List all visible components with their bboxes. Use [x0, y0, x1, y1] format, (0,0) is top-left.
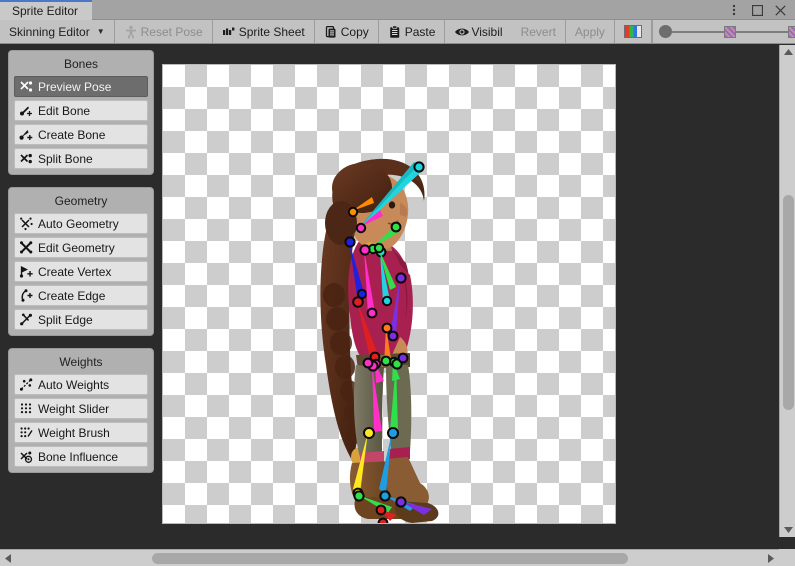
- panel-weights: Weights Auto Weights: [8, 348, 154, 473]
- maximize-icon[interactable]: [750, 1, 764, 19]
- tool-label: Create Edge: [38, 289, 105, 303]
- horizontal-scrollbar[interactable]: [0, 549, 795, 566]
- slider-end-swatch: [724, 26, 736, 38]
- chevron-down-icon: ▼: [97, 27, 105, 36]
- panel-bones-title: Bones: [14, 55, 148, 76]
- slider-track[interactable]: [736, 31, 788, 33]
- create-bone-icon: [19, 127, 34, 142]
- weight-brush-icon: [19, 425, 34, 440]
- copy-label: Copy: [341, 26, 369, 38]
- weight-slider-icon: [19, 401, 34, 416]
- editor-body: Bones Preview Pose: [0, 45, 779, 537]
- preview-pose-icon: [19, 79, 34, 94]
- revert-label: Revert: [521, 26, 556, 38]
- paste-label: Paste: [405, 26, 436, 38]
- more-options-icon[interactable]: [727, 1, 741, 19]
- tool-label: Weight Brush: [38, 426, 110, 440]
- create-edge-icon: [19, 288, 34, 303]
- slider-end-swatch: [788, 26, 795, 38]
- apply-button[interactable]: Apply: [566, 20, 615, 43]
- panel-weights-title: Weights: [14, 353, 148, 374]
- tool-label: Create Vertex: [38, 265, 111, 279]
- scroll-down-arrow[interactable]: [780, 523, 795, 537]
- reset-pose-label: Reset Pose: [141, 26, 203, 38]
- window-controls: [727, 0, 791, 20]
- split-edge-icon: [19, 312, 34, 327]
- bone-influence-icon: [19, 449, 34, 464]
- scroll-left-arrow[interactable]: [0, 550, 16, 566]
- sprite-sheet-button[interactable]: Sprite Sheet: [213, 20, 315, 43]
- horizontal-scroll-thumb[interactable]: [152, 553, 628, 564]
- color-channel-button[interactable]: [615, 20, 652, 43]
- scroll-right-arrow[interactable]: [763, 550, 779, 566]
- revert-button[interactable]: Revert: [512, 20, 566, 43]
- vertical-scroll-thumb[interactable]: [783, 195, 794, 410]
- vertical-scrollbar[interactable]: [779, 45, 795, 537]
- tool-edit-bone[interactable]: Edit Bone: [14, 100, 148, 121]
- visibility-label: Visibil: [471, 26, 502, 38]
- editor-mode-dropdown[interactable]: Skinning Editor ▼: [0, 20, 115, 43]
- reset-pose-button[interactable]: Reset Pose: [115, 20, 213, 43]
- color-swatch-icon: [624, 25, 642, 38]
- tool-label: Edit Geometry: [38, 241, 115, 255]
- slider-knob[interactable]: [659, 25, 672, 38]
- sprite-sheet-icon: [222, 25, 236, 39]
- tool-label: Split Edge: [38, 313, 93, 327]
- tool-split-bone[interactable]: Split Bone: [14, 148, 148, 169]
- scrollbar-corner: [779, 549, 795, 566]
- auto-geometry-icon: [19, 216, 34, 231]
- mesh-opacity-slider[interactable]: [736, 26, 795, 38]
- tool-label: Create Bone: [38, 128, 105, 142]
- tool-create-vertex[interactable]: Create Vertex: [14, 261, 148, 282]
- create-vertex-icon: [19, 264, 34, 279]
- tab-sprite-editor[interactable]: Sprite Editor: [0, 0, 92, 20]
- tool-label: Preview Pose: [38, 80, 111, 94]
- opacity-sliders-group: [652, 20, 795, 43]
- panel-geometry: Geometry Auto Geometry: [8, 187, 154, 336]
- copy-icon: [324, 25, 338, 39]
- tool-panel: Bones Preview Pose: [8, 50, 154, 485]
- edit-geometry-icon: [19, 240, 34, 255]
- tool-label: Auto Geometry: [38, 217, 119, 231]
- sprite-editor-window: Sprite Editor: [0, 0, 795, 566]
- tool-label: Split Bone: [38, 152, 93, 166]
- tab-label: Sprite Editor: [12, 4, 78, 18]
- split-bone-icon: [19, 151, 34, 166]
- tool-auto-weights[interactable]: Auto Weights: [14, 374, 148, 395]
- tool-label: Auto Weights: [38, 378, 109, 392]
- tool-auto-geometry[interactable]: Auto Geometry: [14, 213, 148, 234]
- auto-weights-icon: [19, 377, 34, 392]
- character-sprite-with-skeleton: [163, 65, 615, 523]
- edit-bone-icon: [19, 103, 34, 118]
- apply-label: Apply: [575, 26, 605, 38]
- tool-edit-geometry[interactable]: Edit Geometry: [14, 237, 148, 258]
- panel-bones: Bones Preview Pose: [8, 50, 154, 175]
- panel-geometry-title: Geometry: [14, 192, 148, 213]
- close-icon[interactable]: [773, 1, 787, 19]
- tool-weight-slider[interactable]: Weight Slider: [14, 398, 148, 419]
- scroll-up-arrow[interactable]: [780, 45, 795, 59]
- tool-label: Weight Slider: [38, 402, 109, 416]
- paste-icon: [388, 25, 402, 39]
- tool-create-edge[interactable]: Create Edge: [14, 285, 148, 306]
- tool-label: Bone Influence: [38, 450, 118, 464]
- tool-bone-influence[interactable]: Bone Influence: [14, 446, 148, 467]
- main-toolbar: Skinning Editor ▼ Reset Pose: [0, 20, 795, 44]
- copy-button[interactable]: Copy: [315, 20, 379, 43]
- tool-preview-pose[interactable]: Preview Pose: [14, 76, 148, 97]
- tool-label: Edit Bone: [38, 104, 90, 118]
- eye-icon: [454, 25, 468, 39]
- slider-track[interactable]: [672, 31, 724, 33]
- visibility-button[interactable]: Visibil: [445, 20, 511, 43]
- tool-create-bone[interactable]: Create Bone: [14, 124, 148, 145]
- tool-weight-brush[interactable]: Weight Brush: [14, 422, 148, 443]
- editor-mode-label: Skinning Editor: [9, 26, 90, 38]
- reset-pose-icon: [124, 25, 138, 39]
- paste-button[interactable]: Paste: [379, 20, 446, 43]
- bone-opacity-slider[interactable]: [659, 25, 736, 38]
- window-title-bar: Sprite Editor: [0, 0, 795, 20]
- sprite-canvas[interactable]: [163, 65, 615, 523]
- tool-split-edge[interactable]: Split Edge: [14, 309, 148, 330]
- sprite-sheet-label: Sprite Sheet: [239, 26, 305, 38]
